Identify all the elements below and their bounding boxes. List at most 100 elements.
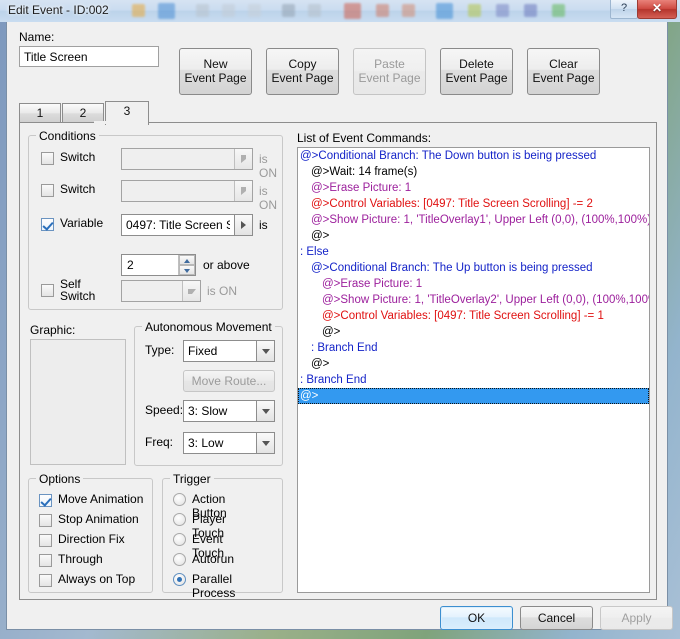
chevron-down-icon [262, 349, 270, 354]
ghost-toolbar-icon [402, 4, 415, 17]
movement-freq-select[interactable]: 3: Low [183, 432, 275, 454]
condition-self-switch-dropdown-button [182, 281, 200, 301]
stepper-down-icon[interactable] [179, 265, 195, 275]
event-command-line[interactable]: : Branch End [298, 372, 649, 388]
trigger-autorun-radio[interactable] [173, 553, 186, 566]
condition-self-switch-checkbox[interactable] [41, 284, 54, 297]
option-stop-animation-checkbox[interactable] [39, 514, 52, 527]
movement-speed-select[interactable]: 3: Slow [183, 400, 275, 422]
trigger-parallel-process-radio[interactable] [173, 573, 186, 586]
clear-event-page-button[interactable]: Clear Event Page [527, 48, 600, 95]
event-command-line[interactable]: @>Show Picture: 1, 'TitleOverlay2', Uppe… [298, 292, 649, 308]
paste-event-page-line1: Paste [374, 57, 405, 71]
ghost-toolbar-icon [376, 4, 389, 17]
chevron-right-icon [241, 155, 246, 163]
condition-variable-value: 0497: Title Screen Scro [126, 218, 230, 232]
event-commands-list[interactable]: @>Conditional Branch: The Down button is… [297, 147, 650, 593]
ghost-toolbar-icon [196, 4, 209, 17]
condition-switch-2-label: Switch [60, 182, 96, 196]
event-command-line[interactable]: : Branch End [298, 340, 649, 356]
apply-button: Apply [600, 606, 673, 630]
option-move-animation-label: Move Animation [58, 492, 144, 506]
ghost-toolbar-icon [552, 4, 565, 17]
event-command-line[interactable]: @> [298, 356, 649, 372]
options-group-title: Options [36, 472, 84, 486]
delete-event-page-line1: Delete [459, 57, 494, 71]
condition-variable-value-stepper[interactable]: 2 [121, 254, 196, 276]
condition-switch-1-checkbox[interactable] [41, 152, 54, 165]
new-event-page-line2: Event Page [184, 71, 247, 85]
event-command-line[interactable]: @>Conditional Branch: The Up button is b… [298, 260, 649, 276]
tab-page-2[interactable]: 2 [62, 103, 104, 123]
event-command-line[interactable]: : Else [298, 244, 649, 260]
movement-type-dropdown-button[interactable] [256, 341, 274, 361]
condition-self-switch-suffix: is ON [207, 284, 237, 298]
copy-event-page-line1: Copy [288, 57, 317, 71]
trigger-autorun-label: Autorun [192, 552, 235, 566]
chevron-down-icon [262, 409, 270, 414]
condition-switch-1-label: Switch [60, 150, 96, 164]
movement-speed-dropdown-button[interactable] [256, 401, 274, 421]
tab-page-1[interactable]: 1 [19, 103, 61, 123]
event-command-line[interactable]: @>Erase Picture: 1 [298, 180, 649, 196]
condition-switch-1-suffix: is ON [259, 152, 277, 180]
event-command-line[interactable]: @> [298, 228, 649, 244]
condition-variable-suffix: is [259, 218, 268, 232]
ghost-toolbar-icon [282, 4, 295, 17]
ok-button[interactable]: OK [440, 606, 513, 630]
trigger-action-button-radio[interactable] [173, 493, 186, 506]
stepper-buttons[interactable] [178, 255, 195, 275]
event-command-line[interactable]: @> [298, 324, 649, 340]
paste-event-page-button: Paste Event Page [353, 48, 426, 95]
event-command-line[interactable]: @>Wait: 14 frame(s) [298, 164, 649, 180]
help-button[interactable]: ? [610, 0, 638, 19]
trigger-player-touch-radio[interactable] [173, 513, 186, 526]
name-label: Name: [19, 30, 55, 44]
condition-variable-dropdown-button[interactable] [234, 215, 252, 235]
movement-type-select[interactable]: Fixed [183, 340, 275, 362]
delete-event-page-line2: Event Page [445, 71, 508, 85]
event-command-line[interactable]: @>Control Variables: [0497: Title Screen… [298, 308, 649, 324]
delete-event-page-button[interactable]: Delete Event Page [440, 48, 513, 95]
window-titlebar[interactable]: Edit Event - ID:002 ? ✕ [0, 0, 680, 22]
cancel-button[interactable]: Cancel [520, 606, 593, 630]
movement-speed-label: Speed: [145, 403, 184, 417]
event-command-line[interactable]: @>Conditional Branch: The Down button is… [298, 148, 649, 164]
condition-variable-select[interactable]: 0497: Title Screen Scro [121, 214, 253, 236]
event-command-line[interactable]: @> [298, 388, 649, 404]
trigger-event-touch-radio[interactable] [173, 533, 186, 546]
event-page-panel: Conditions Switch is ON Switch is ON Var… [19, 122, 657, 600]
stepper-up-icon[interactable] [179, 255, 195, 265]
new-event-page-line1: New [203, 57, 228, 71]
event-command-line[interactable]: @>Control Variables: [0497: Title Screen… [298, 196, 649, 212]
option-move-animation-checkbox[interactable] [39, 494, 52, 507]
ghost-toolbar-icon [436, 3, 453, 19]
ghost-toolbar-icon [524, 4, 537, 17]
condition-variable-comparison-label: or above [203, 258, 250, 272]
ghost-toolbar-icon [308, 4, 321, 17]
conditions-group-title: Conditions [36, 129, 99, 143]
chevron-down-icon [188, 289, 196, 294]
event-command-line[interactable]: @>Show Picture: 1, 'TitleOverlay1', Uppe… [298, 212, 649, 228]
condition-switch-1-select [121, 148, 253, 170]
condition-variable-checkbox[interactable] [41, 218, 54, 231]
close-icon[interactable]: ✕ [637, 0, 677, 19]
ghost-toolbar-icon [222, 4, 235, 17]
movement-freq-dropdown-button[interactable] [256, 433, 274, 453]
ghost-toolbar-icon [132, 4, 145, 17]
option-always-on-top-checkbox[interactable] [39, 574, 52, 587]
trigger-group: Trigger Action Button Player Touch Event… [162, 472, 283, 600]
name-input[interactable] [19, 46, 159, 67]
tab-active-seam [94, 121, 136, 124]
graphic-preview[interactable] [30, 339, 126, 465]
option-always-on-top-label: Always on Top [58, 572, 136, 586]
event-command-line[interactable]: @>Erase Picture: 1 [298, 276, 649, 292]
condition-switch-2-checkbox[interactable] [41, 184, 54, 197]
conditions-group: Conditions Switch is ON Switch is ON Var… [28, 129, 283, 310]
option-direction-fix-checkbox[interactable] [39, 534, 52, 547]
copy-event-page-button[interactable]: Copy Event Page [266, 48, 339, 95]
movement-freq-value: 3: Low [188, 436, 224, 450]
new-event-page-button[interactable]: New Event Page [179, 48, 252, 95]
option-through-checkbox[interactable] [39, 554, 52, 567]
options-group: Options Move Animation Stop Animation Di… [28, 472, 153, 593]
